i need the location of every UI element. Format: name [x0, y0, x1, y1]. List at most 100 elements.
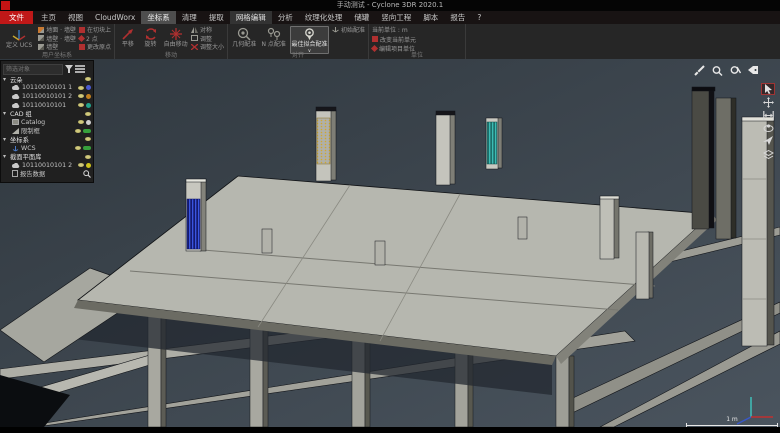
visibility-eye-icon[interactable] [75, 146, 81, 150]
tree-group-clouds[interactable]: ▾ 云朵 [3, 75, 91, 84]
tree-group-section-planes[interactable]: ▾ 截面平面库 [3, 152, 91, 161]
tab-script[interactable]: 脚本 [417, 11, 444, 24]
chevron-down-icon[interactable]: ▾ [3, 76, 8, 83]
change-current-unit-button[interactable]: 改变当前单元 [372, 36, 416, 44]
rotate-button[interactable]: 旋转 [141, 26, 161, 49]
search-icon[interactable] [83, 170, 91, 178]
wall-icon [38, 44, 44, 50]
geometric-registration-icon [237, 27, 251, 41]
zoom-fit-button[interactable] [761, 109, 775, 121]
title-bar: 手动测试 - Cyclone 3DR 2020.1 [0, 0, 780, 11]
toggle-on[interactable] [83, 129, 91, 133]
tab-clean[interactable]: 清理 [176, 11, 203, 24]
mirror-button[interactable]: 对称 [191, 26, 224, 34]
chevron-down-icon[interactable]: ▾ [3, 153, 8, 160]
group-label-units: 单位 [369, 50, 465, 59]
free-move-icon [169, 27, 183, 41]
tree-item-cloud-2[interactable]: 10110010101 2 [3, 92, 91, 101]
filter-funnel-icon[interactable] [65, 65, 73, 73]
tree-group-coordinate-systems[interactable]: ▾ 坐标系 [3, 135, 91, 144]
color-dot [86, 85, 91, 90]
visibility-eye-icon[interactable] [78, 94, 84, 98]
ucs-two-points-button[interactable]: 2 点 [79, 35, 111, 43]
pan-tool-button[interactable] [761, 96, 775, 108]
visibility-eye-icon[interactable] [78, 163, 84, 167]
tree-item-catalog[interactable]: Catalog [3, 118, 91, 127]
tab-analysis[interactable]: 分析 [272, 11, 299, 24]
free-move-button[interactable]: 自由移动 [163, 26, 188, 49]
initial-registration-button[interactable]: 初始配准 [332, 26, 365, 34]
visibility-eye-icon[interactable] [75, 129, 81, 133]
visibility-eye-icon[interactable] [85, 112, 91, 116]
tree-item-section-cloud[interactable]: 10110010101 2 [3, 161, 91, 170]
view-presets-button[interactable] [761, 148, 775, 160]
tree-group-cad[interactable]: ▾ CAD 组 [3, 109, 91, 118]
tree-item-cloud-3[interactable]: 10110010101 [3, 101, 91, 110]
label-tool-button[interactable] [747, 64, 759, 76]
filter-input[interactable] [3, 64, 63, 75]
tab-mesh-editing[interactable]: 网格编辑 [230, 11, 272, 24]
adjust-button[interactable]: 调整 [191, 35, 224, 43]
tab-help[interactable]: ? [471, 11, 487, 24]
tab-civil-engineering[interactable]: 竖向工程 [375, 11, 417, 24]
tab-coordinate-system[interactable]: 坐标系 [141, 11, 176, 24]
visibility-eye-icon[interactable] [78, 103, 84, 107]
tab-view[interactable]: 视图 [62, 11, 89, 24]
ucs-on-slice-button[interactable]: 在切块上 [79, 26, 111, 34]
chevron-down-icon[interactable]: ▾ [3, 110, 8, 117]
tree-item-wcs[interactable]: WCS [3, 144, 91, 153]
tab-report[interactable]: 报告 [444, 11, 471, 24]
tree-item-limit-box[interactable]: 限制框 [3, 127, 91, 136]
color-dot [86, 94, 91, 99]
measure-point-button[interactable] [711, 64, 723, 76]
fit-width-icon [763, 111, 774, 120]
select-tool-button[interactable] [761, 83, 775, 95]
tab-cloudworx[interactable]: CloudWorx [89, 11, 141, 24]
group-label-align: 对齐 [228, 50, 368, 59]
measure-distance-button[interactable] [729, 64, 741, 76]
column-mid-right-1 [600, 196, 619, 259]
tab-file[interactable]: 文件 [0, 11, 33, 24]
chevron-down-icon[interactable]: ▾ [3, 136, 8, 143]
tab-texturing[interactable]: 纹理化处理 [299, 11, 349, 24]
translate-button[interactable]: 平移 [118, 26, 138, 49]
fly-through-button[interactable] [761, 135, 775, 147]
n-points-registration-button[interactable]: N 点配准 [260, 26, 286, 49]
visibility-eye-icon[interactable] [85, 137, 91, 141]
toggle-on[interactable] [83, 146, 91, 150]
on-slice-icon [79, 27, 85, 33]
tree-item-cloud-1[interactable]: 10110010101 1 [3, 84, 91, 93]
cloud-icon [12, 103, 20, 108]
tab-tank[interactable]: 储罐 [348, 11, 375, 24]
ucs-wall-wall-button[interactable]: 墙壁 · 墙壁 [38, 35, 76, 43]
scale-label: 1 m [686, 416, 778, 423]
best-fit-registration-icon [303, 28, 316, 41]
visibility-eye-icon[interactable] [78, 120, 84, 124]
cloud-icon [12, 85, 20, 90]
two-points-icon [78, 35, 85, 42]
column-pointcloud-teal [486, 118, 502, 169]
visibility-eye-icon[interactable] [85, 77, 91, 81]
geometric-registration-button[interactable]: 几何配准 [231, 26, 257, 49]
viewport-3d[interactable] [0, 59, 780, 427]
ruler-tool-button[interactable] [693, 64, 705, 76]
limit-box-icon [12, 128, 19, 134]
visibility-eye-icon[interactable] [78, 86, 84, 90]
initial-registration-icon [332, 26, 339, 33]
group-label-ucs: 用户坐标系 [0, 50, 114, 59]
wall-wall-icon [38, 35, 44, 41]
rotate-icon [144, 27, 158, 41]
define-ucs-button[interactable]: 定义 UCS [3, 26, 35, 50]
tab-home[interactable]: 主页 [35, 11, 62, 24]
color-dot [86, 103, 91, 108]
hamburger-menu-icon[interactable] [75, 65, 85, 73]
orbit-tool-button[interactable] [761, 122, 775, 134]
tower-dark [692, 87, 715, 229]
ucs-ground-wall-button[interactable]: 地面 · 墙壁 [38, 26, 76, 34]
tree-item-report-data[interactable]: 报告数据 [3, 170, 91, 179]
ucs-axis-icon [11, 27, 27, 42]
visibility-eye-icon[interactable] [85, 155, 91, 159]
translate-arrow-icon [121, 27, 135, 41]
tab-extract[interactable]: 提取 [203, 11, 230, 24]
ribbon-group-align: 几何配准 N 点配准 最佳拟合配准 ∨ [228, 24, 369, 59]
